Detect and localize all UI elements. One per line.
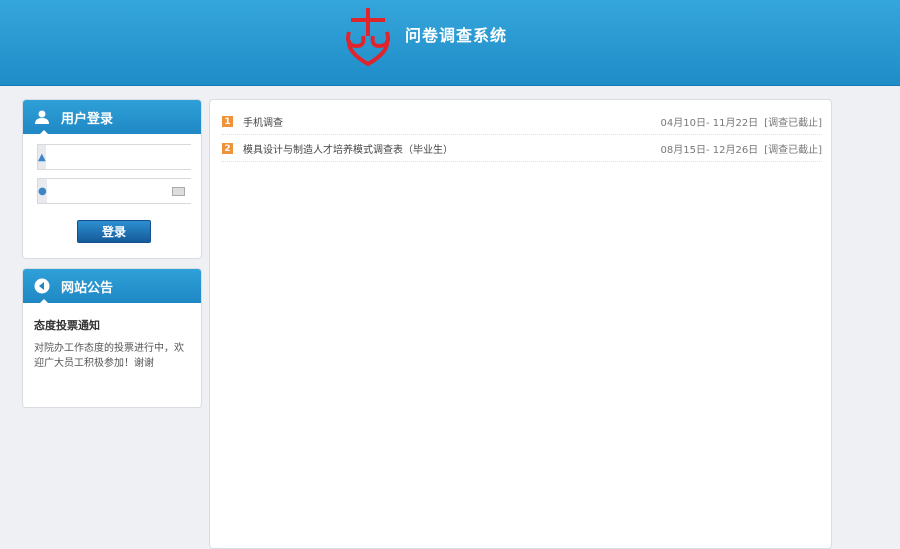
survey-list: 1 手机调查 04月10日- 11月22日 [调查已截止] 2 模具设计与制造人…: [209, 99, 832, 549]
lock-icon: ●: [38, 179, 47, 203]
logo-icon: [346, 8, 390, 67]
survey-status: [调查已截止]: [764, 145, 822, 156]
survey-number: 2: [222, 143, 233, 154]
survey-dates: 08月15日- 12月26日: [660, 145, 759, 156]
survey-status: [调查已截止]: [764, 118, 822, 129]
survey-row[interactable]: 2 模具设计与制造人才培养模式调查表（毕业生） 08月15日- 12月26日 […: [222, 136, 822, 162]
login-title: 用户登录: [61, 111, 114, 127]
password-field[interactable]: ●: [37, 178, 201, 204]
login-panel-header: 用户登录: [23, 100, 201, 135]
login-panel: 用户登录 ▲ ● 登录: [22, 99, 202, 259]
announcement-icon: [33, 277, 51, 295]
notice-item-text: 对院办工作态度的投票进行中，欢迎广大员工积极参加！谢谢: [34, 343, 184, 369]
survey-number: 1: [222, 116, 233, 127]
user-icon: ▲: [38, 145, 46, 169]
username-field[interactable]: ▲: [37, 144, 201, 170]
survey-row[interactable]: 1 手机调查 04月10日- 11月22日 [调查已截止]: [222, 109, 822, 135]
survey-dates: 04月10日- 11月22日: [660, 118, 759, 129]
survey-title[interactable]: 手机调查: [243, 114, 661, 129]
notice-item-title[interactable]: 态度投票通知: [34, 317, 201, 333]
username-input[interactable]: [45, 145, 201, 169]
notice-panel-header: 网站公告: [23, 269, 201, 304]
notice-panel: 网站公告 态度投票通知 对院办工作态度的投票进行中，欢迎广大员工积极参加！谢谢: [22, 268, 202, 408]
user-icon: [33, 108, 51, 126]
survey-title[interactable]: 模具设计与制造人才培养模式调查表（毕业生）: [243, 141, 661, 156]
keyboard-icon[interactable]: [172, 187, 185, 196]
notice-title: 网站公告: [61, 280, 114, 296]
site-title: 问卷调查系统: [405, 26, 508, 45]
header: 问卷调查系统: [0, 0, 900, 86]
login-button[interactable]: 登录: [77, 220, 151, 243]
